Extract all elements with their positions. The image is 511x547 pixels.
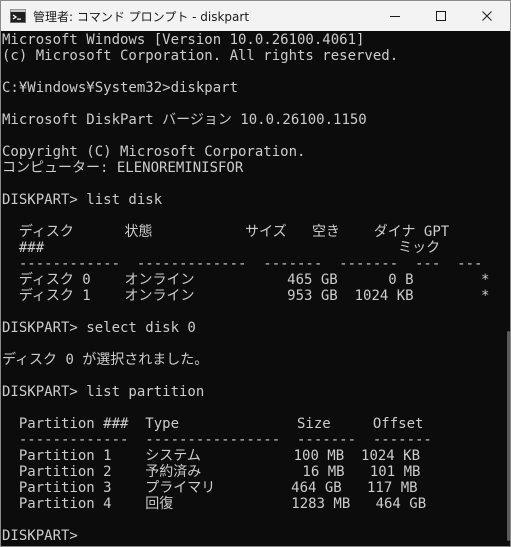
console-line: C:¥Windows¥System32>diskpart xyxy=(2,80,239,96)
console-line: ------------ ------------- ------- -----… xyxy=(2,256,483,272)
title-bar[interactable]: 管理者: コマンド プロンプト - diskpart xyxy=(1,1,510,31)
maximize-icon xyxy=(436,11,446,21)
window-controls xyxy=(372,1,510,31)
console-line: Copyright (C) Microsoft Corporation. xyxy=(2,144,306,160)
window-title: 管理者: コマンド プロンプト - diskpart xyxy=(33,9,250,24)
console-output[interactable]: Microsoft Windows [Version 10.0.26100.40… xyxy=(1,31,510,546)
close-button[interactable] xyxy=(464,1,510,31)
cmd-icon[interactable] xyxy=(10,8,26,24)
console-prompt-line[interactable]: DISKPART> xyxy=(2,528,78,544)
console-line: Microsoft Windows [Version 10.0.26100.40… xyxy=(2,32,365,48)
console-line: Partition 2 予約済み 16 MB 101 MB xyxy=(2,464,421,480)
console-line: ### ミック xyxy=(2,240,441,256)
console-line: ディスク 0 が選択されました。 xyxy=(2,352,209,368)
console-line: Microsoft DiskPart バージョン 10.0.26100.1150 xyxy=(2,112,367,128)
maximize-button[interactable] xyxy=(418,1,464,31)
console-line: ディスク 状態 サイズ 空き ダイナ GPT xyxy=(2,224,450,240)
console-line: DISKPART> list disk xyxy=(2,192,163,208)
console-line: Partition 1 システム 100 MB 1024 KB xyxy=(2,448,421,464)
command-prompt-window: 管理者: コマンド プロンプト - diskpart Microsoft Win… xyxy=(0,0,511,547)
console-line: DISKPART> list partition xyxy=(2,384,205,400)
console-line: Partition 4 回復 1283 MB 464 GB xyxy=(2,496,427,512)
scrollbar-thumb[interactable] xyxy=(507,331,510,541)
console-line: DISKPART> select disk 0 xyxy=(2,320,196,336)
console-line: Partition ### Type Size Offset xyxy=(2,416,424,432)
minimize-button[interactable] xyxy=(372,1,418,31)
console-line: (c) Microsoft Corporation. All rights re… xyxy=(2,48,399,64)
close-icon xyxy=(482,11,492,21)
console-line: ディスク 1 オンライン 953 GB 1024 KB * xyxy=(2,288,490,304)
console-line: Partition 3 プライマリ 464 GB 117 MB xyxy=(2,480,418,496)
vertical-scrollbar[interactable] xyxy=(506,31,510,546)
console-line: ディスク 0 オンライン 465 GB 0 B * xyxy=(2,272,490,288)
console-line: コンピューター: ELENOREMINISFOR xyxy=(2,160,244,176)
minimize-icon xyxy=(390,16,400,17)
console-line: ------------- ---------------- ------- -… xyxy=(2,432,432,448)
